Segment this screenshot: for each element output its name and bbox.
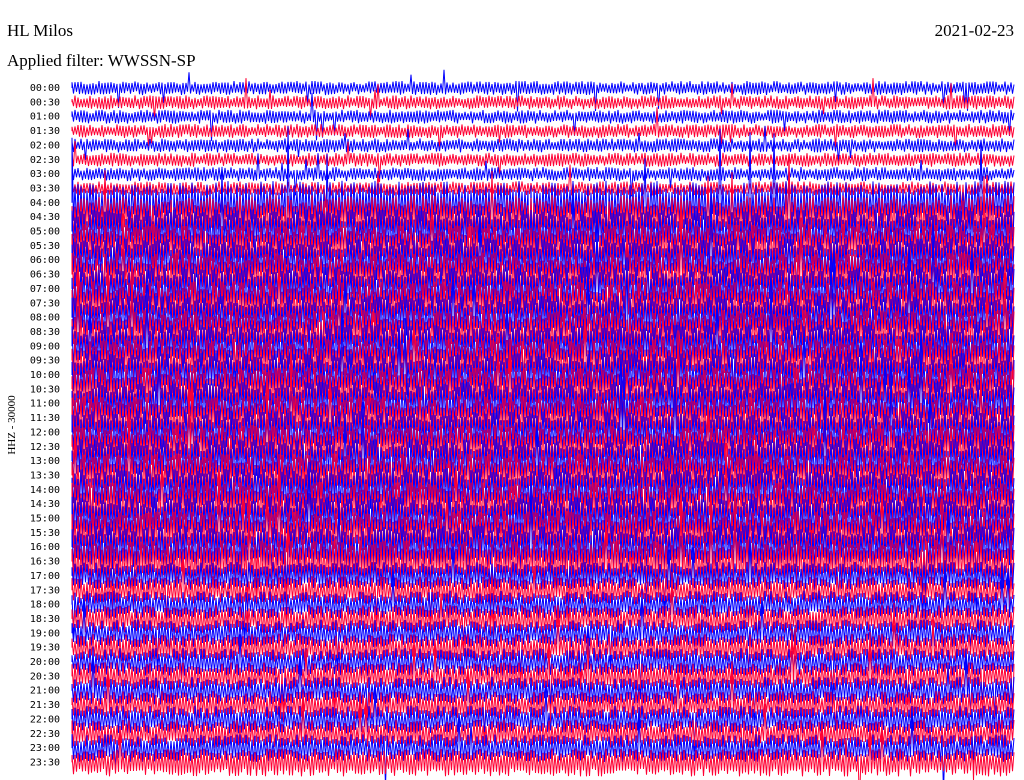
y-tick-label: 06:00 [30, 255, 60, 266]
y-tick-label: 05:30 [30, 241, 60, 252]
y-tick-label: 00:00 [30, 83, 60, 94]
y-tick-label: 02:00 [30, 140, 60, 151]
y-tick-label: 05:00 [30, 227, 60, 238]
y-tick-label: 20:30 [30, 671, 60, 682]
y-tick-label: 20:00 [30, 657, 60, 668]
y-tick-label: 13:00 [30, 456, 60, 467]
y-tick-label: 03:30 [30, 183, 60, 194]
y-tick-label: 01:30 [30, 126, 60, 137]
y-tick-label: 06:30 [30, 270, 60, 281]
date-label: 2021-02-23 [934, 21, 1014, 40]
y-tick-label: 18:30 [30, 614, 60, 625]
y-tick-label: 14:00 [30, 485, 60, 496]
y-tick-label: 23:00 [30, 743, 60, 754]
y-tick-label: 02:30 [30, 155, 60, 166]
y-tick-label: 17:00 [30, 571, 60, 582]
y-tick-label: 23:30 [30, 757, 60, 768]
y-tick-label: 18:00 [30, 600, 60, 611]
y-tick-label: 10:00 [30, 370, 60, 381]
y-tick-label: 01:00 [30, 112, 60, 123]
y-tick-label: 04:30 [30, 212, 60, 223]
y-tick-label: 14:30 [30, 499, 60, 510]
y-tick-label: 08:30 [30, 327, 60, 338]
y-tick-label: 13:30 [30, 470, 60, 481]
y-tick-label: 12:00 [30, 427, 60, 438]
y-tick-label: 16:00 [30, 542, 60, 553]
y-tick-label: 21:30 [30, 700, 60, 711]
trace-line [71, 140, 1015, 183]
y-tick-label: 08:00 [30, 313, 60, 324]
y-tick-label: 12:30 [30, 442, 60, 453]
y-tick-label: 19:30 [30, 643, 60, 654]
y-tick-label: 00:30 [30, 97, 60, 108]
filter-label: Applied filter: WWSSN-SP [7, 51, 196, 70]
y-tick-label: 07:30 [30, 298, 60, 309]
y-tick-label: 09:00 [30, 341, 60, 352]
y-tick-label: 04:00 [30, 198, 60, 209]
y-tick-label: 19:00 [30, 628, 60, 639]
y-tick-label: 11:30 [30, 413, 60, 424]
tick-label-group: 00:00 00:30 01:00 01:30 02:00 02:30 03:00 03:30… [30, 83, 60, 768]
seismogram-plot: 00:00 00:30 01:00 01:30 02:00 02:30 03:00 03:30… [30, 69, 1015, 780]
y-tick-label: 21:00 [30, 686, 60, 697]
helicorder-figure: HL Milos 2021-02-23 Applied filter: WWSS… [0, 0, 1024, 780]
y-tick-label: 11:00 [30, 399, 60, 410]
y-tick-label: 10:30 [30, 384, 60, 395]
y-tick-label: 07:00 [30, 284, 60, 295]
y-tick-label: 15:00 [30, 514, 60, 525]
y-tick-label: 09:30 [30, 356, 60, 367]
trace-group [71, 69, 1015, 780]
y-tick-label: 03:00 [30, 169, 60, 180]
y-tick-label: 22:00 [30, 714, 60, 725]
y-tick-label: 17:30 [30, 585, 60, 596]
y-tick-label: 16:30 [30, 557, 60, 568]
y-tick-label: 15:30 [30, 528, 60, 539]
station-title: HL Milos [7, 21, 73, 40]
y-tick-label: 22:30 [30, 729, 60, 740]
